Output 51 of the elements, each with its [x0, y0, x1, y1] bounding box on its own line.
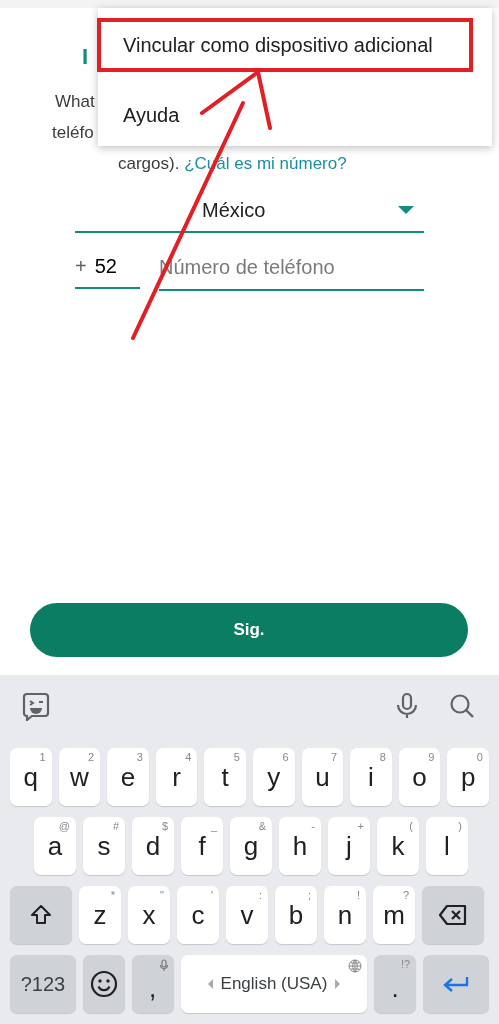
keyboard-key[interactable]: 2 w	[58, 748, 101, 806]
keyboard-key[interactable]: # s	[83, 817, 125, 875]
sticker-icon[interactable]	[22, 691, 50, 721]
symbols-key[interactable]: ?123	[10, 955, 76, 1013]
keyboard-key[interactable]: _ f	[181, 817, 223, 875]
next-button[interactable]: Sig.	[30, 603, 468, 657]
keyboard-key[interactable]: 8 i	[350, 748, 392, 806]
shift-key[interactable]	[10, 886, 72, 944]
keyboard-key[interactable]: " x	[128, 886, 170, 944]
keyboard-key[interactable]: : v	[226, 886, 268, 944]
keyboard-key[interactable]: 1 q	[10, 748, 52, 806]
keyboard-key[interactable]: $ d	[132, 817, 174, 875]
keyboard-key[interactable]: 0 p	[447, 748, 489, 806]
keyboard-key[interactable]: 6 y	[252, 748, 295, 806]
keyboard-key[interactable]: !? .	[374, 955, 417, 1013]
keyboard-key[interactable]: @ a	[34, 817, 76, 875]
country-dropdown[interactable]: México	[75, 189, 424, 233]
enter-icon	[442, 975, 471, 993]
emoji-key[interactable]	[82, 955, 125, 1013]
screen-title: I	[82, 43, 89, 71]
keyboard-key[interactable]: ; b	[275, 886, 317, 944]
menu-item[interactable]: Ayuda	[101, 92, 469, 138]
keyboard-key[interactable]: ,	[131, 955, 174, 1013]
keyboard-key[interactable]: ! n	[324, 886, 366, 944]
smiley-icon	[89, 970, 118, 998]
keyboard-key[interactable]: - h	[279, 817, 321, 875]
keyboard-key[interactable]: ? m	[373, 886, 415, 944]
keyboard-key[interactable]: 4 r	[155, 748, 198, 806]
country-code-field[interactable]: + 52	[75, 245, 140, 289]
keyboard-key[interactable]: ) l	[426, 817, 468, 875]
search-icon[interactable]	[449, 693, 475, 719]
keyboard-key[interactable]: ( k	[377, 817, 419, 875]
backspace-icon	[438, 904, 468, 926]
description-text: What	[55, 92, 95, 111]
keyboard-key[interactable]: ' c	[177, 886, 219, 944]
microphone-icon[interactable]	[395, 692, 419, 720]
keyboard-key[interactable]: 3 e	[107, 748, 149, 806]
backspace-key[interactable]	[422, 886, 484, 944]
keyboard-key[interactable]: 7 u	[301, 748, 344, 806]
keyboard-key[interactable]: * z	[79, 886, 121, 944]
microphone-icon	[158, 959, 169, 972]
dropdown-caret-icon	[398, 206, 414, 214]
description-text: teléfo	[52, 123, 94, 142]
keyboard-key[interactable]: 5 t	[204, 748, 246, 806]
keyboard-key[interactable]: + j	[328, 817, 370, 875]
keyboard-key[interactable]: & g	[230, 817, 272, 875]
space-bar[interactable]: English (USA)	[180, 955, 368, 1013]
keyboard-key[interactable]: 9 o	[398, 748, 441, 806]
shift-icon	[29, 903, 53, 927]
enter-key[interactable]	[423, 955, 489, 1013]
description-text: cargos).	[118, 154, 180, 173]
